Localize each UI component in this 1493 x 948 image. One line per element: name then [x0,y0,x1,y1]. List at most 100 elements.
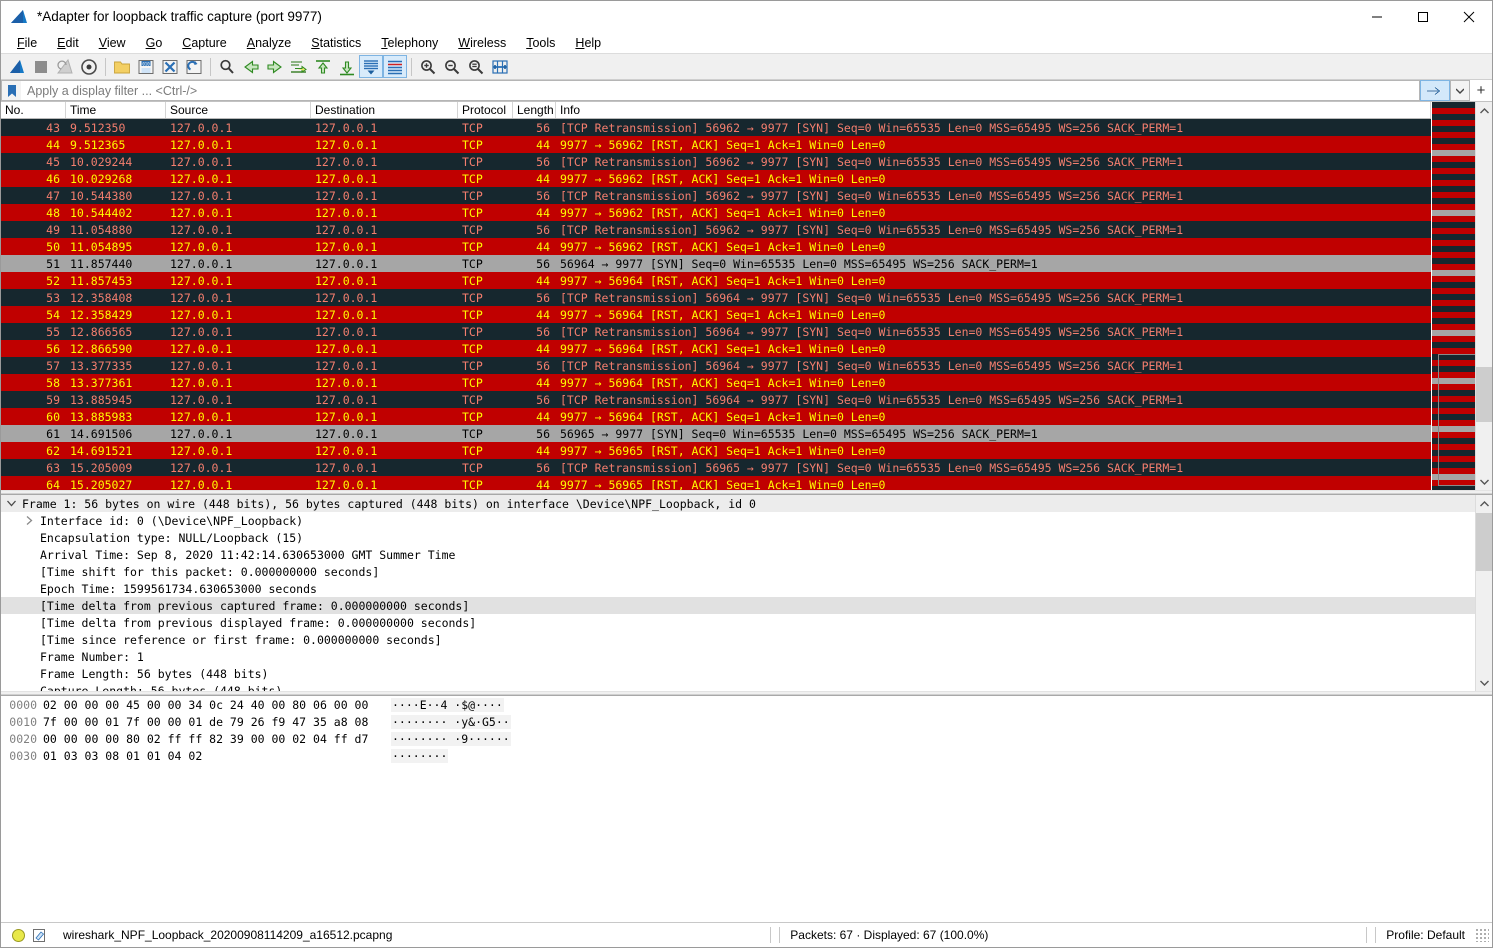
hex-dump-row[interactable]: 0020 00 00 00 00 80 02 ff ff 82 39 00 00 … [1,730,1492,747]
capture-options-icon[interactable] [77,55,101,78]
menu-statistics[interactable]: Statistics [301,34,371,52]
packet-row[interactable]: 53 12.358408 127.0.0.1 127.0.0.1 TCP 56 [TCP R… [1,289,1492,306]
menu-wireless[interactable]: Wireless [448,34,516,52]
packet-row[interactable]: 45 10.029244 127.0.0.1 127.0.0.1 TCP 56 [TCP R… [1,153,1492,170]
open-file-icon[interactable] [110,55,134,78]
packet-detail-tree[interactable]: Frame 1: 56 bytes on wire (448 bits), 56… [1,495,1475,691]
detail-tree-item[interactable]: Frame Number: 1 [1,648,1475,665]
packet-row[interactable]: 58 13.377361 127.0.0.1 127.0.0.1 TCP 44 9977 →… [1,374,1492,391]
colorize-packets-icon[interactable] [383,55,407,78]
detail-tree-item[interactable]: Encapsulation type: NULL/Loopback (15) [1,529,1475,546]
restart-capture-icon[interactable] [53,55,77,78]
packet-bytes-pane[interactable]: 0000 02 00 00 00 45 00 00 34 0c 24 40 00 … [1,695,1492,881]
detail-tree-item[interactable]: [Time shift for this packet: 0.000000000… [1,563,1475,580]
packet-overview-minimap[interactable] [1431,102,1475,490]
close-file-icon[interactable] [158,55,182,78]
packet-row[interactable]: 56 12.866590 127.0.0.1 127.0.0.1 TCP 44 9977 →… [1,340,1492,357]
expert-info-circle-icon[interactable] [11,928,26,943]
save-file-icon[interactable]: 010 [134,55,158,78]
packet-row[interactable]: 60 13.885983 127.0.0.1 127.0.0.1 TCP 44 9977 →… [1,408,1492,425]
column-header-info[interactable]: Info [556,102,1431,118]
go-to-last-packet-icon[interactable] [335,55,359,78]
column-header-length[interactable]: Length [513,102,556,118]
menu-go[interactable]: Go [136,34,173,52]
maximize-button[interactable] [1400,1,1446,32]
close-button[interactable] [1446,1,1492,32]
filter-input-container[interactable] [21,80,1420,101]
packet-row[interactable]: 59 13.885945 127.0.0.1 127.0.0.1 TCP 56 [TCP R… [1,391,1492,408]
zoom-reset-icon[interactable] [464,55,488,78]
menu-capture[interactable]: Capture [172,34,236,52]
resize-grip-icon[interactable] [1475,928,1489,942]
hex-dump-row[interactable]: 0000 02 00 00 00 45 00 00 34 0c 24 40 00 … [1,696,1492,713]
go-forward-icon[interactable] [263,55,287,78]
column-header-time[interactable]: Time [66,102,166,118]
menu-telephony[interactable]: Telephony [371,34,448,52]
zoom-in-icon[interactable] [416,55,440,78]
column-header-protocol[interactable]: Protocol [458,102,513,118]
column-header-source[interactable]: Source [166,102,311,118]
scroll-up-arrow-icon[interactable] [1476,102,1492,119]
go-to-first-packet-icon[interactable] [311,55,335,78]
column-header-no[interactable]: No. [1,102,66,118]
go-to-packet-icon[interactable] [287,55,311,78]
chevron-down-icon[interactable] [5,500,18,507]
chevron-right-icon[interactable] [23,516,36,525]
packet-list-rows[interactable]: 43 9.512350 127.0.0.1 127.0.0.1 TCP 56 [TCP Re… [1,119,1492,490]
profile-status[interactable]: Profile: Default [1386,928,1465,942]
packet-row[interactable]: 61 14.691506 127.0.0.1 127.0.0.1 TCP 56 56965 … [1,425,1492,442]
capture-comment-icon[interactable] [32,928,47,943]
detail-tree-item[interactable]: Capture Length: 56 bytes (448 bits) [1,682,1475,692]
go-back-icon[interactable] [239,55,263,78]
detail-scroll-down-arrow-icon[interactable] [1476,674,1492,691]
arrow-right-icon[interactable] [1420,80,1450,101]
minimize-button[interactable] [1354,1,1400,32]
packet-row[interactable]: 64 15.205027 127.0.0.1 127.0.0.1 TCP 44 9977 →… [1,476,1492,490]
packet-row[interactable]: 49 11.054880 127.0.0.1 127.0.0.1 TCP 56 [TCP R… [1,221,1492,238]
detail-tree-item[interactable]: [Time delta from previous captured frame… [1,597,1475,614]
detail-tree-item[interactable]: Frame Length: 56 bytes (448 bits) [1,665,1475,682]
search-input[interactable] [21,82,1419,99]
column-header-destination[interactable]: Destination [311,102,458,118]
detail-tree-item[interactable]: Epoch Time: 1599561734.630653000 seconds [1,580,1475,597]
add-filter-button[interactable]: + [1470,80,1492,101]
menu-help[interactable]: Help [565,34,611,52]
packet-row[interactable]: 46 10.029268 127.0.0.1 127.0.0.1 TCP 44 9977 →… [1,170,1492,187]
detail-tree-item[interactable]: [Time delta from previous displayed fram… [1,614,1475,631]
packet-row[interactable]: 52 11.857453 127.0.0.1 127.0.0.1 TCP 44 9977 →… [1,272,1492,289]
detail-scrollbar-thumb[interactable] [1476,513,1492,571]
packet-row[interactable]: 55 12.866565 127.0.0.1 127.0.0.1 TCP 56 [TCP R… [1,323,1492,340]
packet-row[interactable]: 51 11.857440 127.0.0.1 127.0.0.1 TCP 56 56964 … [1,255,1492,272]
menu-file[interactable]: File [7,34,47,52]
packet-list-scrollbar[interactable] [1475,102,1492,490]
reload-file-icon[interactable] [182,55,206,78]
packet-row[interactable]: 62 14.691521 127.0.0.1 127.0.0.1 TCP 44 9977 →… [1,442,1492,459]
menu-analyze[interactable]: Analyze [237,34,301,52]
auto-scroll-icon[interactable] [359,55,383,78]
packet-row[interactable]: 63 15.205009 127.0.0.1 127.0.0.1 TCP 56 [TCP R… [1,459,1492,476]
detail-scroll-up-arrow-icon[interactable] [1476,495,1492,512]
bookmark-icon[interactable] [1,80,21,101]
chevron-down-icon[interactable] [1450,80,1470,101]
detail-tree-item[interactable]: Frame 1: 56 bytes on wire (448 bits), 56… [1,495,1475,512]
menu-tools[interactable]: Tools [516,34,565,52]
detail-tree-item[interactable]: Interface id: 0 (\Device\NPF_Loopback) [1,512,1475,529]
packet-row[interactable]: 43 9.512350 127.0.0.1 127.0.0.1 TCP 56 [TCP Re… [1,119,1492,136]
detail-tree-item[interactable]: [Time since reference or first frame: 0.… [1,631,1475,648]
start-capture-icon[interactable] [5,55,29,78]
packet-row[interactable]: 57 13.377335 127.0.0.1 127.0.0.1 TCP 56 [TCP R… [1,357,1492,374]
scroll-down-arrow-icon[interactable] [1476,473,1492,490]
stop-capture-icon[interactable] [29,55,53,78]
menu-view[interactable]: View [89,34,136,52]
packet-row[interactable]: 48 10.544402 127.0.0.1 127.0.0.1 TCP 44 9977 →… [1,204,1492,221]
detail-tree-item[interactable]: Arrival Time: Sep 8, 2020 11:42:14.63065… [1,546,1475,563]
packet-row[interactable]: 44 9.512365 127.0.0.1 127.0.0.1 TCP 44 9977 → … [1,136,1492,153]
detail-scrollbar[interactable] [1475,495,1492,691]
hex-dump-row[interactable]: 0030 01 03 03 08 01 01 04 02 ········ [1,747,1492,764]
scrollbar-thumb[interactable] [1476,367,1492,422]
zoom-out-icon[interactable] [440,55,464,78]
packet-row[interactable]: 54 12.358429 127.0.0.1 127.0.0.1 TCP 44 9977 →… [1,306,1492,323]
packet-row[interactable]: 47 10.544380 127.0.0.1 127.0.0.1 TCP 56 [TCP R… [1,187,1492,204]
packet-row[interactable]: 50 11.054895 127.0.0.1 127.0.0.1 TCP 44 9977 →… [1,238,1492,255]
hex-dump-row[interactable]: 0010 7f 00 00 01 7f 00 00 01 de 79 26 f9 … [1,713,1492,730]
